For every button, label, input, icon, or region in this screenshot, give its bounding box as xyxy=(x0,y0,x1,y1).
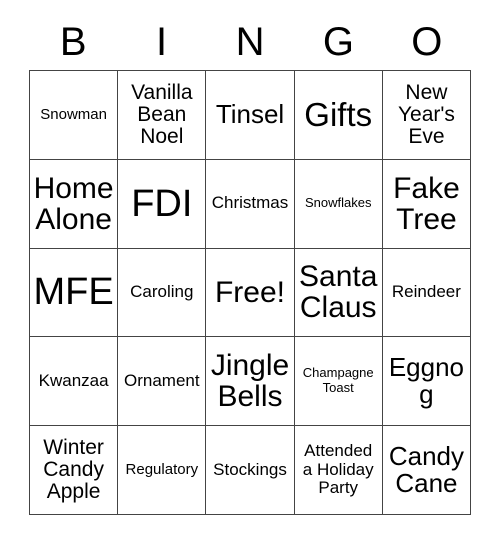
bingo-header-row: BINGO xyxy=(29,14,471,70)
bingo-cell-label: Gifts xyxy=(304,96,373,134)
bingo-cell[interactable]: Gifts xyxy=(294,71,383,160)
bingo-cell-label: Champagne Toast xyxy=(302,365,374,396)
bingo-cell-label: Reindeer xyxy=(391,282,461,302)
bingo-cell-label: Candy Cane xyxy=(388,441,464,499)
bingo-cell-label: Ornament xyxy=(124,370,200,390)
bingo-row: Home Alone FDI Christmas Snowflakes Fake Tre… xyxy=(30,159,472,249)
bingo-cell-label: Snowflakes xyxy=(304,195,372,211)
bingo-cell[interactable]: Reindeer xyxy=(382,248,472,338)
bingo-cell[interactable]: MFE xyxy=(30,248,119,338)
bingo-cell[interactable]: Vanilla Bean Noel xyxy=(118,71,207,160)
bingo-cell-label: Stockings xyxy=(213,459,287,479)
bingo-cell-label: FDI xyxy=(131,182,193,225)
bingo-row: MFE Caroling Free! Santa Claus Reindeer xyxy=(30,248,472,338)
bingo-cell[interactable]: Fake Tree xyxy=(382,159,472,249)
bingo-cell-label: Regulatory xyxy=(125,460,199,478)
bingo-cell[interactable]: Eggnog xyxy=(382,337,472,427)
bingo-cell[interactable]: Regulatory xyxy=(118,426,207,515)
bingo-cell-label: Vanilla Bean Noel xyxy=(131,80,193,149)
bingo-cell-label: Attended a Holiday Party xyxy=(302,441,374,498)
bingo-cell-label: Eggnog xyxy=(388,352,464,410)
bingo-cell[interactable]: Home Alone xyxy=(30,159,119,249)
bingo-cell[interactable]: Champagne Toast xyxy=(294,337,383,427)
bingo-cell-label: Caroling xyxy=(130,282,194,302)
bingo-header-letter-1: B xyxy=(59,20,87,64)
bingo-cell[interactable]: Candy Cane xyxy=(382,426,472,515)
bingo-cell[interactable]: Snowman xyxy=(30,71,119,160)
bingo-cell-free-space[interactable]: Free! xyxy=(206,248,295,338)
bingo-cell[interactable]: Stockings xyxy=(206,426,295,515)
bingo-cell[interactable]: Attended a Holiday Party xyxy=(294,426,383,515)
bingo-cell-label: Snowman xyxy=(40,105,107,123)
bingo-header-letter-3: N xyxy=(235,20,265,64)
bingo-cell-label: MFE xyxy=(33,271,114,314)
bingo-cell-label: Home Alone xyxy=(33,171,114,236)
bingo-cell-label: Santa Claus xyxy=(299,260,378,325)
bingo-cell[interactable]: Christmas xyxy=(206,159,295,249)
bingo-cell-label: New Year's Eve xyxy=(397,80,455,149)
bingo-cell[interactable]: Tinsel xyxy=(206,71,295,160)
bingo-row: Kwanzaa Ornament Jingle Bells Champagne Toa… xyxy=(30,337,472,427)
bingo-grid: Snowman Vanilla Bean Noel Tinsel Gifts New Y… xyxy=(29,70,472,515)
bingo-cell-label: Winter Candy Apple xyxy=(43,435,104,504)
bingo-cell-label: Free! xyxy=(214,275,286,309)
bingo-cell[interactable]: Ornament xyxy=(118,337,207,427)
bingo-cell-label: Jingle Bells xyxy=(210,349,290,414)
bingo-cell[interactable]: FDI xyxy=(118,159,207,249)
bingo-cell-label: Fake Tree xyxy=(393,171,460,236)
bingo-cell-label: Kwanzaa xyxy=(38,370,109,390)
bingo-row: Winter Candy Apple Regulatory Stockings Att… xyxy=(30,426,472,515)
bingo-header-letter-2: I xyxy=(156,20,168,64)
bingo-cell-label: Tinsel xyxy=(215,99,285,130)
bingo-cell-label: Christmas xyxy=(211,193,289,213)
bingo-cell[interactable]: Jingle Bells xyxy=(206,337,295,427)
bingo-cell[interactable]: Caroling xyxy=(118,248,207,338)
bingo-card: B I N G O Snowman Vanilla Bean Noel Tinsel Gift… xyxy=(0,0,500,544)
bingo-header-letter-5: O xyxy=(411,20,443,64)
bingo-cell[interactable]: Santa Claus xyxy=(294,248,383,338)
bingo-cell[interactable]: Kwanzaa xyxy=(30,337,119,427)
bingo-cell[interactable]: Winter Candy Apple xyxy=(30,426,119,515)
bingo-cell[interactable]: New Year's Eve xyxy=(382,71,472,160)
bingo-header-letter-4: G xyxy=(322,20,354,64)
bingo-cell[interactable]: Snowflakes xyxy=(294,159,383,249)
bingo-row: Snowman Vanilla Bean Noel Tinsel Gifts New Y… xyxy=(30,71,472,160)
